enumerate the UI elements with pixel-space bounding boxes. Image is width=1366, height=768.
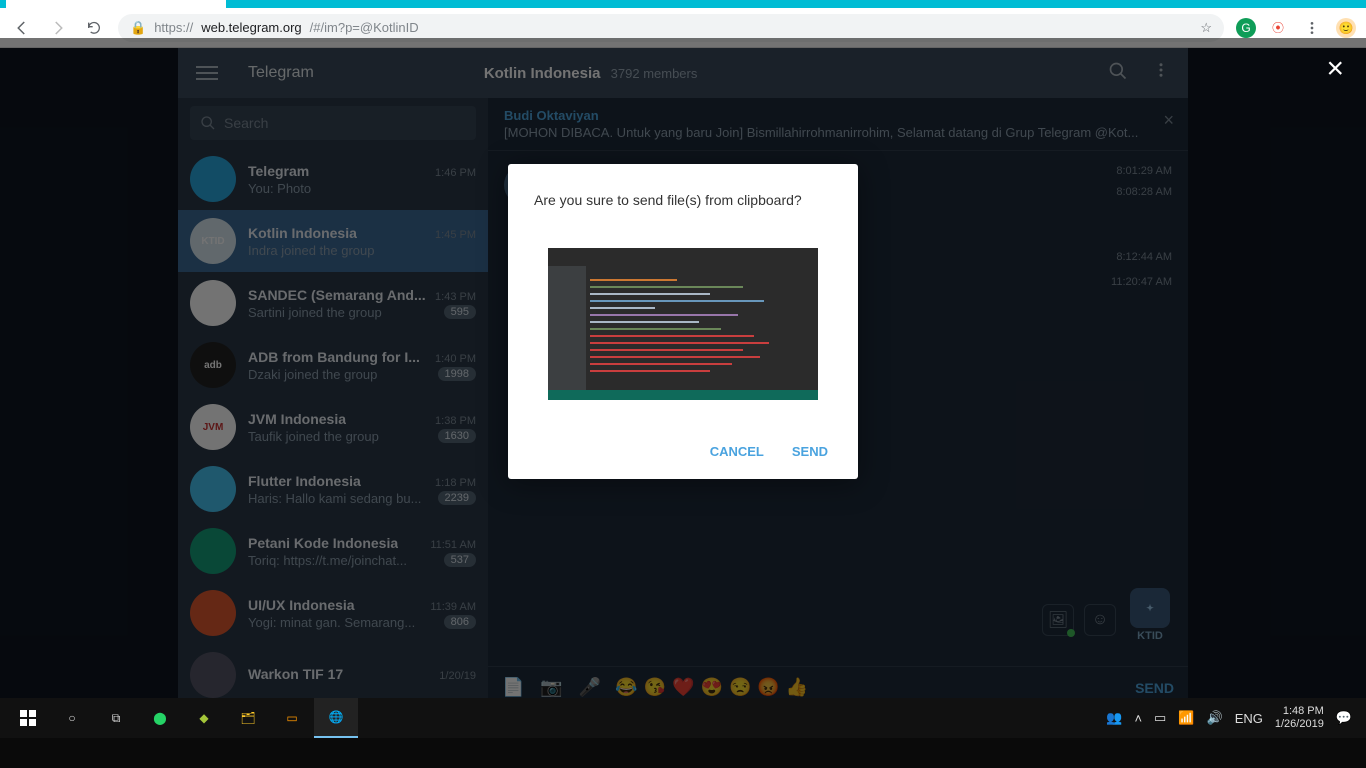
lock-icon: 🔒 (130, 20, 146, 36)
taskbar-app-chrome[interactable]: 🌐 (314, 698, 358, 738)
clock-date: 1/26/2019 (1275, 718, 1324, 731)
taskbar-app-android-studio[interactable]: ◆ (182, 698, 226, 738)
taskbar-app-explorer[interactable]: 🗂 (226, 698, 270, 738)
dialog-cancel-button[interactable]: CANCEL (710, 444, 764, 459)
battery-icon[interactable]: ▭ (1154, 710, 1166, 726)
profile-avatar[interactable]: 🙂 (1336, 18, 1356, 38)
taskbar-app-sublime[interactable]: ▭ (270, 698, 314, 738)
extension-icon-2[interactable]: ⦿ (1268, 18, 1288, 38)
browser-tabstrip: Telegram Web × + (0, 0, 1366, 8)
url-scheme: https:// (154, 20, 193, 35)
nav-forward-button[interactable] (46, 16, 70, 40)
url-domain: web.telegram.org (201, 20, 301, 35)
system-tray: 👥 ˄ ▭ 📶 🔊 ENG 1:48 PM 1/26/2019 💬 (1106, 705, 1360, 731)
bookmark-star-icon[interactable]: ☆ (1200, 20, 1212, 36)
clock-time: 1:48 PM (1275, 705, 1324, 718)
dialog-send-button[interactable]: SEND (792, 444, 828, 459)
volume-icon[interactable]: 🔊 (1207, 710, 1223, 726)
send-clipboard-dialog: Are you sure to send file(s) from clipbo… (508, 164, 858, 479)
overlay-close-icon[interactable]: × (1326, 52, 1344, 86)
nav-back-button[interactable] (10, 16, 34, 40)
dialog-question: Are you sure to send file(s) from clipbo… (534, 192, 832, 208)
taskbar-clock[interactable]: 1:48 PM 1/26/2019 (1275, 705, 1324, 731)
taskbar-app-whatsapp[interactable]: ⬤ (138, 698, 182, 738)
notifications-icon[interactable]: 💬 (1336, 710, 1352, 726)
language-indicator[interactable]: ENG (1235, 711, 1263, 726)
new-tab-button[interactable]: + (232, 0, 262, 8)
people-icon[interactable]: 👥 (1106, 710, 1122, 726)
clipboard-image-preview[interactable] (548, 248, 818, 400)
url-path: /#/im?p=@KotlinID (310, 20, 419, 35)
browser-tab[interactable]: Telegram Web × (6, 0, 226, 8)
task-view-button[interactable]: ⧉ (94, 698, 138, 738)
start-button[interactable] (6, 698, 50, 738)
cortana-button[interactable]: ○ (50, 698, 94, 738)
extension-icon-1[interactable]: G (1236, 18, 1256, 38)
tray-chevron-icon[interactable]: ˄ (1134, 711, 1142, 726)
windows-taskbar: ○ ⧉ ⬤ ◆ 🗂 ▭ 🌐 👥 ˄ ▭ 📶 🔊 ENG 1:48 PM 1/26… (0, 698, 1366, 738)
wifi-icon[interactable]: 📶 (1178, 710, 1194, 726)
nav-reload-button[interactable] (82, 16, 106, 40)
browser-menu-button[interactable] (1300, 16, 1324, 40)
